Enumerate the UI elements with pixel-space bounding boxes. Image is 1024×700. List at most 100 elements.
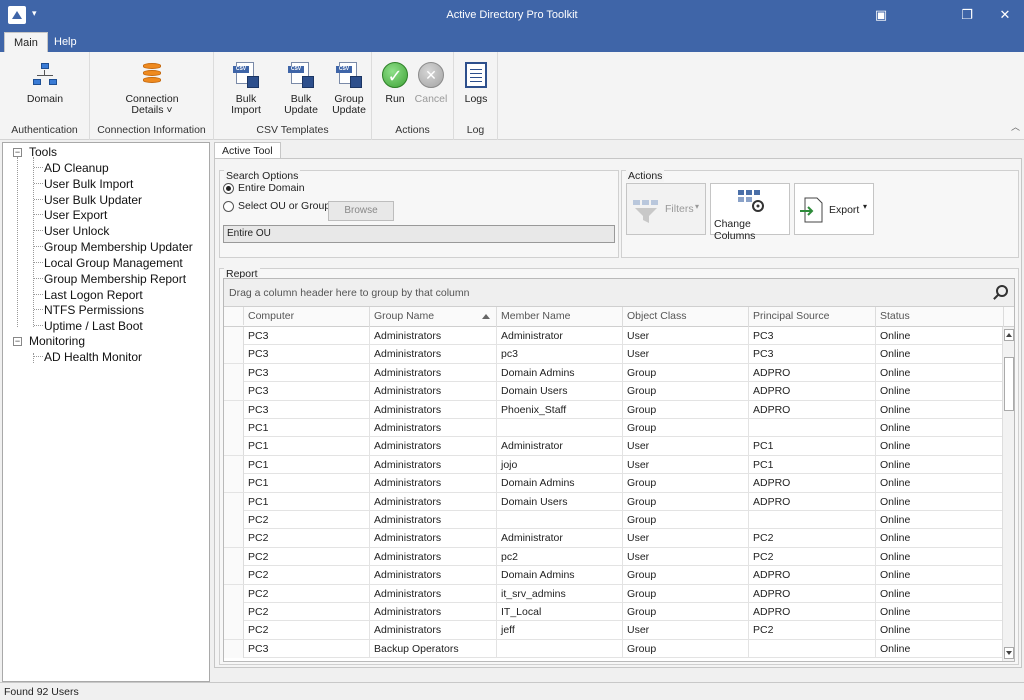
cell-status[interactable]: Online xyxy=(876,363,1004,382)
change-columns-button[interactable]: Change Columns xyxy=(710,183,790,242)
cell-status[interactable]: Online xyxy=(876,400,1004,419)
cell-computer[interactable]: PC1 xyxy=(244,437,370,456)
tree-item-user-export[interactable]: User Export xyxy=(44,208,107,222)
tab-active-tool[interactable]: Active Tool xyxy=(214,142,281,159)
cell-object-class[interactable]: Group xyxy=(623,382,749,401)
row-indicator[interactable] xyxy=(224,363,244,382)
cell-group-name[interactable]: Administrators xyxy=(370,584,497,603)
cell-principal-source[interactable] xyxy=(749,511,876,529)
column-header-principal-source[interactable]: Principal Source xyxy=(749,307,876,327)
cell-object-class[interactable]: Group xyxy=(623,400,749,419)
cell-principal-source[interactable]: ADPRO xyxy=(749,603,876,621)
cell-status[interactable]: Online xyxy=(876,547,1004,566)
cell-member-name[interactable]: Domain Users xyxy=(497,382,623,401)
cell-computer[interactable]: PC3 xyxy=(244,363,370,382)
cell-status[interactable]: Online xyxy=(876,529,1004,548)
row-indicator[interactable] xyxy=(224,437,244,456)
cell-group-name[interactable]: Administrators xyxy=(370,382,497,401)
cell-member-name[interactable] xyxy=(497,639,623,658)
cell-group-name[interactable]: Administrators xyxy=(370,363,497,382)
cell-object-class[interactable]: User xyxy=(623,529,749,548)
table-row[interactable]: PC2 Administrators it_srv_admins Group ADPRO… xyxy=(224,584,1004,603)
column-header-group-name[interactable]: Group Name xyxy=(370,307,497,327)
cell-principal-source[interactable]: PC3 xyxy=(749,345,876,364)
table-row[interactable]: PC3 Administrators Domain Admins Group ADPRO… xyxy=(224,363,1004,383)
cell-member-name[interactable]: Domain Admins xyxy=(497,566,623,585)
cell-object-class[interactable]: Group xyxy=(623,474,749,493)
cell-object-class[interactable]: Group xyxy=(623,639,749,658)
vertical-scrollbar[interactable] xyxy=(1002,327,1014,661)
cell-status[interactable]: Online xyxy=(876,345,1004,364)
search-icon[interactable] xyxy=(996,285,1008,297)
bulk-update-button[interactable]: CSV Bulk Update xyxy=(274,58,328,116)
cell-computer[interactable]: PC2 xyxy=(244,603,370,621)
cell-computer[interactable]: PC3 xyxy=(244,382,370,401)
group-update-button[interactable]: CSV Group Update xyxy=(330,58,368,116)
domain-button[interactable]: Domain xyxy=(18,58,72,105)
close-window-button[interactable]: ✕ xyxy=(990,4,1020,26)
table-row[interactable]: PC2 Administrators pc2 User PC2 Online xyxy=(224,547,1004,567)
cell-group-name[interactable]: Administrators xyxy=(370,419,497,437)
cell-object-class[interactable]: User xyxy=(623,327,749,345)
table-row[interactable]: PC2 Administrators Domain Admins Group ADPRO… xyxy=(224,566,1004,585)
cell-object-class[interactable]: User xyxy=(623,437,749,456)
cell-member-name[interactable] xyxy=(497,419,623,437)
cell-object-class[interactable]: User xyxy=(623,547,749,566)
tree-item-ad-health-monitor[interactable]: AD Health Monitor xyxy=(44,350,142,364)
cell-group-name[interactable]: Administrators xyxy=(370,621,497,640)
tree-item-ntfs-permissions[interactable]: NTFS Permissions xyxy=(44,303,144,317)
cell-status[interactable]: Online xyxy=(876,382,1004,401)
row-indicator[interactable] xyxy=(224,400,244,419)
cell-group-name[interactable]: Administrators xyxy=(370,492,497,511)
browse-button[interactable]: Browse xyxy=(328,201,394,221)
column-header-object-class[interactable]: Object Class xyxy=(623,307,749,327)
column-header-member-name[interactable]: Member Name xyxy=(497,307,623,327)
cell-group-name[interactable]: Administrators xyxy=(370,529,497,548)
cell-object-class[interactable]: User xyxy=(623,455,749,474)
cell-principal-source[interactable]: ADPRO xyxy=(749,474,876,493)
row-indicator[interactable] xyxy=(224,639,244,658)
pin-window-button[interactable]: ▣ xyxy=(866,4,896,26)
tab-main[interactable]: Main xyxy=(4,32,48,52)
cell-status[interactable]: Online xyxy=(876,621,1004,640)
table-row[interactable]: PC1 Administrators Group Online xyxy=(224,419,1004,438)
tree-node-tools[interactable]: Tools xyxy=(29,145,57,159)
logs-button[interactable]: Logs xyxy=(460,58,492,105)
cell-object-class[interactable]: Group xyxy=(623,419,749,437)
cell-computer[interactable]: PC2 xyxy=(244,529,370,548)
column-header-computer[interactable]: Computer xyxy=(244,307,370,327)
tree-item-group-membership-report[interactable]: Group Membership Report xyxy=(44,272,186,286)
cell-principal-source[interactable]: PC1 xyxy=(749,455,876,474)
table-row[interactable]: PC1 Administrators Domain Users Group ADPRO O… xyxy=(224,492,1004,511)
tree-expander-monitoring[interactable]: − xyxy=(13,337,22,346)
row-indicator[interactable] xyxy=(224,529,244,548)
cell-principal-source[interactable]: ADPRO xyxy=(749,400,876,419)
tree-item-group-membership-updater[interactable]: Group Membership Updater xyxy=(44,240,193,254)
cell-computer[interactable]: PC1 xyxy=(244,419,370,437)
table-row[interactable]: PC2 Administrators Administrator User PC2 Onl… xyxy=(224,529,1004,548)
table-row[interactable]: PC2 Administrators Group Online xyxy=(224,511,1004,530)
cell-group-name[interactable]: Administrators xyxy=(370,400,497,419)
restore-window-button[interactable]: ❐ xyxy=(952,4,982,26)
row-indicator[interactable] xyxy=(224,327,244,345)
cell-member-name[interactable]: it_srv_admins xyxy=(497,584,623,603)
cell-principal-source[interactable]: PC3 xyxy=(749,327,876,345)
row-indicator[interactable] xyxy=(224,455,244,474)
cell-object-class[interactable]: Group xyxy=(623,603,749,621)
cell-computer[interactable]: PC1 xyxy=(244,455,370,474)
row-indicator[interactable] xyxy=(224,382,244,401)
cell-member-name[interactable] xyxy=(497,511,623,529)
entire-domain-radio[interactable] xyxy=(223,183,234,194)
table-row[interactable]: PC2 Administrators jeff User PC2 Online xyxy=(224,621,1004,640)
cell-member-name[interactable]: Administrator xyxy=(497,529,623,548)
ou-path-field[interactable]: Entire OU xyxy=(223,225,615,243)
cell-status[interactable]: Online xyxy=(876,603,1004,621)
cell-member-name[interactable]: Administrator xyxy=(497,437,623,456)
column-header-status[interactable]: Status xyxy=(876,307,1004,327)
cell-group-name[interactable]: Administrators xyxy=(370,327,497,345)
row-indicator[interactable] xyxy=(224,584,244,603)
cell-computer[interactable]: PC1 xyxy=(244,492,370,511)
report-grid[interactable]: Drag a column header here to group by th… xyxy=(223,278,1015,662)
cell-principal-source[interactable]: PC2 xyxy=(749,547,876,566)
filters-button[interactable]: Filters ▾ xyxy=(626,183,706,235)
